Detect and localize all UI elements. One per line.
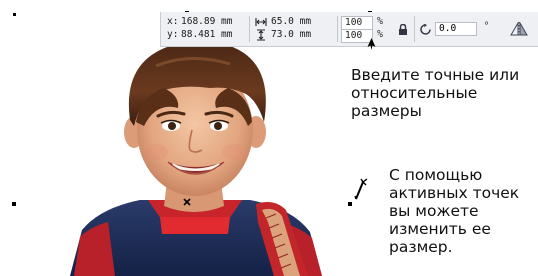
size-group: 65.0 mm 73.0 mm: [253, 16, 333, 42]
drawing-canvas[interactable]: x: 168.89 mm y: 88.481 mm 65.0 mm 73.0 m…: [0, 0, 538, 276]
separator: [414, 16, 415, 42]
vertical-arrows-icon: [257, 29, 265, 41]
separator: [249, 16, 250, 42]
rotation-field[interactable]: 0.0: [435, 22, 477, 36]
selection-handle-mid-right[interactable]: [348, 202, 352, 206]
height-field[interactable]: 73.0 mm: [271, 29, 311, 41]
mirror-icon[interactable]: [510, 22, 528, 36]
x-position-field[interactable]: 168.89 mm: [181, 16, 232, 28]
position-group: x: 168.89 mm y: 88.481 mm: [167, 16, 251, 42]
child-photo[interactable]: [60, 22, 330, 276]
y-position-field[interactable]: 88.481 mm: [181, 29, 232, 41]
percent-label: %: [377, 16, 384, 27]
size-hint-callout: Введите точные или относительные размеры: [351, 66, 520, 120]
selection-handle-top-left[interactable]: [13, 13, 16, 16]
degree-label: °: [484, 21, 489, 32]
selection-handle-mid-left[interactable]: [12, 202, 16, 206]
horizontal-arrows-icon: [255, 18, 267, 26]
separator: [337, 16, 338, 42]
y-label: y:: [167, 29, 179, 40]
center-x-marker[interactable]: [183, 198, 191, 206]
pen-cursor-icon: [354, 178, 368, 200]
rotate-icon: [420, 24, 431, 35]
x-label: x:: [167, 16, 179, 27]
property-bar: x: 168.89 mm y: 88.481 mm 65.0 mm 73.0 m…: [160, 12, 538, 47]
width-field[interactable]: 65.0 mm: [271, 16, 311, 28]
scale-width-field[interactable]: 100: [341, 16, 373, 30]
percent-label: %: [377, 29, 384, 40]
arrow-cursor-icon: [367, 38, 376, 50]
handles-hint-callout: С помощью активных точек вы можете измен…: [389, 166, 520, 256]
lock-ratio-icon[interactable]: [398, 24, 408, 35]
